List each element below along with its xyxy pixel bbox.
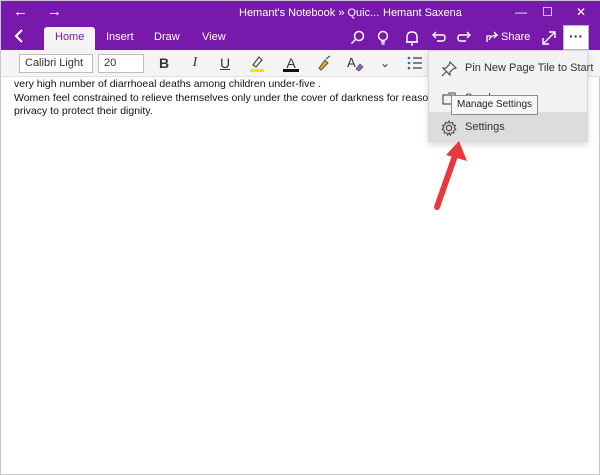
minimize-button[interactable]: — xyxy=(515,5,527,19)
ribbon-tabs-bar: Home Insert Draw View Share xyxy=(1,25,600,50)
expand-icon[interactable] xyxy=(540,29,558,47)
tab-draw[interactable]: Draw xyxy=(143,27,191,50)
app-window: ← → Hemant's Notebook » Quic... Hemant S… xyxy=(0,0,600,475)
redo-icon[interactable] xyxy=(456,29,474,47)
tab-insert[interactable]: Insert xyxy=(95,27,145,50)
clear-formatting-icon[interactable]: A xyxy=(345,53,365,73)
bell-icon[interactable] xyxy=(403,29,421,47)
font-size-field[interactable]: 20 xyxy=(98,54,144,73)
forward-arrow-icon[interactable]: → xyxy=(47,4,62,20)
more-options-button[interactable]: ··· xyxy=(563,25,589,50)
nav-back-icon[interactable] xyxy=(13,28,25,49)
close-button[interactable]: ✕ xyxy=(576,5,586,19)
annotation-arrow-icon xyxy=(434,141,467,210)
menu-item-pin-tile[interactable]: Pin New Page Tile to Start xyxy=(429,53,593,83)
share-button[interactable]: Share xyxy=(501,31,530,43)
font-name-field[interactable]: Calibri Light xyxy=(19,54,93,73)
title-bar: ← → Hemant's Notebook » Quic... Hemant S… xyxy=(1,1,600,25)
italic-button[interactable]: I xyxy=(185,53,205,73)
page-content[interactable]: very high number of diarrhoeal deaths am… xyxy=(14,78,451,119)
bulleted-list-icon[interactable] xyxy=(405,53,425,73)
user-name[interactable]: Hemant Saxena xyxy=(383,7,462,19)
tab-view[interactable]: View xyxy=(191,27,237,50)
pin-icon xyxy=(441,60,458,77)
tab-home[interactable]: Home xyxy=(44,27,96,50)
svg-text:A: A xyxy=(347,55,356,70)
text-line[interactable]: privacy to protect their dignity. xyxy=(14,105,434,119)
maximize-button[interactable]: ☐ xyxy=(542,5,553,19)
highlighter-icon[interactable] xyxy=(247,53,267,73)
undo-icon[interactable] xyxy=(429,29,447,47)
back-arrow-icon[interactable]: ← xyxy=(13,4,28,20)
search-icon[interactable] xyxy=(349,29,367,47)
text-line[interactable]: Women feel constrained to relieve themse… xyxy=(14,92,451,106)
format-painter-icon[interactable] xyxy=(314,53,334,73)
lightbulb-icon[interactable] xyxy=(374,29,392,47)
bold-button[interactable]: B xyxy=(154,53,174,73)
underline-button[interactable]: U xyxy=(215,53,235,73)
font-color-button[interactable]: A xyxy=(281,53,301,73)
text-line[interactable]: very high number of diarrhoeal deaths am… xyxy=(14,78,434,92)
more-formatting-chevron-icon[interactable]: ⌄ xyxy=(375,53,395,73)
notebook-title: Hemant's Notebook » Quic... xyxy=(239,7,380,19)
tooltip: Manage Settings xyxy=(451,95,539,115)
menu-item-label: Pin New Page Tile to Start xyxy=(465,62,594,74)
